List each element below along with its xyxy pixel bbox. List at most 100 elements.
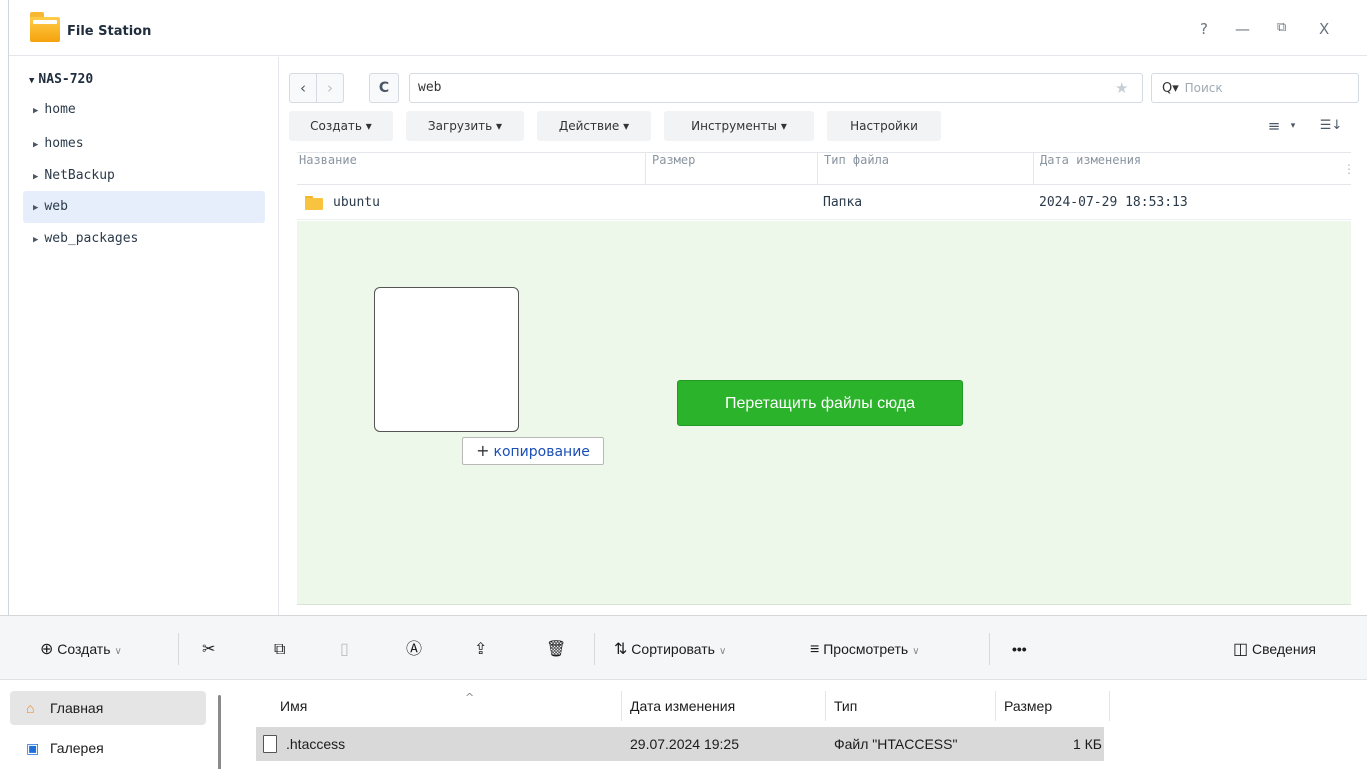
details-pane-icon: ◫ xyxy=(1233,641,1249,658)
file-icon xyxy=(263,735,277,753)
tree-item-web-packages[interactable]: ▶ web_packages xyxy=(23,223,265,255)
window-title: File Station xyxy=(67,24,152,39)
paste-button[interactable]: ▯ xyxy=(340,637,349,661)
nav-item-label: Галерея xyxy=(50,740,104,756)
search-input[interactable]: Q▾ Поиск xyxy=(1151,73,1359,103)
tree-root-nas[interactable]: ▼ NAS-720 xyxy=(29,72,93,87)
caret-right-icon: ▶ xyxy=(33,172,39,182)
divider xyxy=(989,633,990,665)
share-icon: ⇪ xyxy=(474,641,488,658)
search-placeholder: Поиск xyxy=(1184,81,1223,95)
folder-icon xyxy=(305,196,323,210)
file-station-app-icon xyxy=(30,12,60,42)
column-type[interactable]: Тип xyxy=(826,691,996,721)
tree-item-label: NetBackup xyxy=(44,168,115,183)
create-button[interactable]: Создать ▾ xyxy=(289,111,393,141)
navigation-bar: ‹ › C web ★ Q▾ Поиск xyxy=(289,73,1359,103)
divider xyxy=(594,633,595,665)
plus-circle-icon: ⊕ xyxy=(40,641,54,658)
column-name[interactable]: Имя ^ xyxy=(272,691,622,721)
paste-icon: ▯ xyxy=(340,641,349,658)
row-modified: 29.07.2024 19:25 xyxy=(630,736,739,752)
explorer-window: ⊕ Создать ∨ ✂ ⧉ ▯ Ⓐ ⇪ 🗑︎ ⇅ Сортировать ∨ ≡… xyxy=(0,615,1367,769)
column-type[interactable]: Тип файла xyxy=(817,153,1033,185)
drop-files-button[interactable]: Перетащить файлы сюда xyxy=(677,380,963,426)
column-modified[interactable]: Дата изменения xyxy=(622,691,826,721)
tree-item-label: homes xyxy=(44,136,84,151)
share-button[interactable]: ⇪ xyxy=(474,637,487,661)
sort-arrows-icon: ⇅ xyxy=(614,641,628,658)
sort-button[interactable]: ⇅ Сортировать ∨ xyxy=(614,637,726,661)
restore-icon[interactable]: ⧉ xyxy=(1277,20,1286,35)
details-button[interactable]: ◫ Сведения xyxy=(1233,637,1316,661)
file-list: Имя ^ Дата изменения Тип Размер .htacces… xyxy=(232,681,1367,769)
minimize-icon[interactable]: — xyxy=(1235,20,1250,38)
row-name: .htaccess xyxy=(286,736,346,752)
row-size: 1 КБ xyxy=(1072,736,1102,752)
refresh-button[interactable]: C xyxy=(369,73,399,103)
tree-item-label: web_packages xyxy=(44,231,139,246)
cut-button[interactable]: ✂ xyxy=(202,637,215,661)
rename-icon: Ⓐ xyxy=(406,641,423,658)
scissors-icon: ✂ xyxy=(202,641,216,658)
tree-item-home[interactable]: ▶ home xyxy=(23,94,265,126)
table-header: Название Размер Тип файла Дата изменения… xyxy=(297,153,1355,185)
column-name[interactable]: Название xyxy=(297,153,645,185)
back-button[interactable]: ‹ xyxy=(289,73,317,103)
view-label: Просмотреть xyxy=(823,641,909,657)
sort-icon[interactable]: ☰↓ xyxy=(1319,114,1343,138)
tree-item-label: home xyxy=(44,102,76,117)
forward-icon: › xyxy=(327,79,333,97)
copy-icon: ⧉ xyxy=(274,641,286,658)
tree-item-homes[interactable]: ▶ homes xyxy=(23,128,265,160)
list-view-icon[interactable]: ≡ xyxy=(1263,114,1285,138)
plus-icon: + xyxy=(476,441,490,460)
search-icon: Q▾ xyxy=(1162,81,1179,96)
action-button[interactable]: Действие ▾ xyxy=(537,111,651,141)
row-type: Папка xyxy=(823,195,863,210)
back-icon: ‹ xyxy=(300,79,306,97)
toolbar: Создать ▾ Загрузить ▾ Действие ▾ Инструм… xyxy=(289,111,1351,141)
view-dropdown-icon[interactable]: ▾ xyxy=(1287,114,1299,138)
refresh-icon: C xyxy=(378,80,390,96)
row-modified: 2024-07-29 18:53:13 xyxy=(1039,195,1188,210)
sort-caret-icon: ^ xyxy=(465,691,475,704)
tree-root-label: NAS-720 xyxy=(38,72,94,87)
view-button[interactable]: ≡ Просмотреть ∨ xyxy=(810,637,920,661)
delete-button[interactable]: 🗑︎ xyxy=(546,637,566,661)
details-label: Сведения xyxy=(1252,641,1316,657)
star-icon[interactable]: ★ xyxy=(1115,79,1128,97)
chevron-down-icon: ∨ xyxy=(912,646,920,657)
close-icon[interactable]: X xyxy=(1319,20,1329,38)
path-field[interactable]: web xyxy=(409,73,1143,103)
table-row[interactable]: ubuntu Папка 2024-07-29 18:53:13 xyxy=(297,186,1351,220)
rename-button[interactable]: Ⓐ xyxy=(406,637,422,661)
file-station-window: File Station ? — ⧉ X ▼ NAS-720 ▶ home ▶ hom… xyxy=(8,0,1367,615)
forward-button[interactable]: › xyxy=(316,73,344,103)
caret-right-icon: ▶ xyxy=(33,203,39,213)
home-icon: ⌂ xyxy=(26,700,35,716)
column-size[interactable]: Размер xyxy=(645,153,817,185)
column-options-icon[interactable]: ⋮ xyxy=(1343,153,1355,185)
more-options-button[interactable]: ••• xyxy=(1012,637,1027,661)
create-new-button[interactable]: ⊕ Создать ∨ xyxy=(40,637,122,661)
tree-item-netbackup[interactable]: ▶ NetBackup xyxy=(23,160,265,192)
chevron-down-icon: ∨ xyxy=(718,646,727,657)
tree-item-label: web xyxy=(44,199,68,214)
upload-button[interactable]: Загрузить ▾ xyxy=(406,111,524,141)
settings-button[interactable]: Настройки xyxy=(827,111,941,141)
nav-item-gallery[interactable]: ▣ Галерея xyxy=(10,731,206,765)
tools-button[interactable]: Инструменты ▾ xyxy=(664,111,814,141)
caret-right-icon: ▶ xyxy=(33,106,39,116)
file-row[interactable]: .htaccess 29.07.2024 19:25 Файл "HTACCES… xyxy=(256,727,1104,761)
tree-item-web[interactable]: ▶ web xyxy=(23,191,265,223)
column-name-label: Имя xyxy=(280,698,308,714)
drag-preview-thumbnail xyxy=(374,287,519,432)
copy-button[interactable]: ⧉ xyxy=(274,637,285,661)
scrollbar[interactable] xyxy=(218,695,221,769)
help-icon[interactable]: ? xyxy=(1200,20,1208,38)
column-modified[interactable]: Дата изменения xyxy=(1033,153,1343,185)
nav-item-home[interactable]: ⌂ Главная xyxy=(10,691,206,725)
drag-copy-text: копирование xyxy=(493,444,590,460)
column-size[interactable]: Размер xyxy=(996,691,1110,721)
